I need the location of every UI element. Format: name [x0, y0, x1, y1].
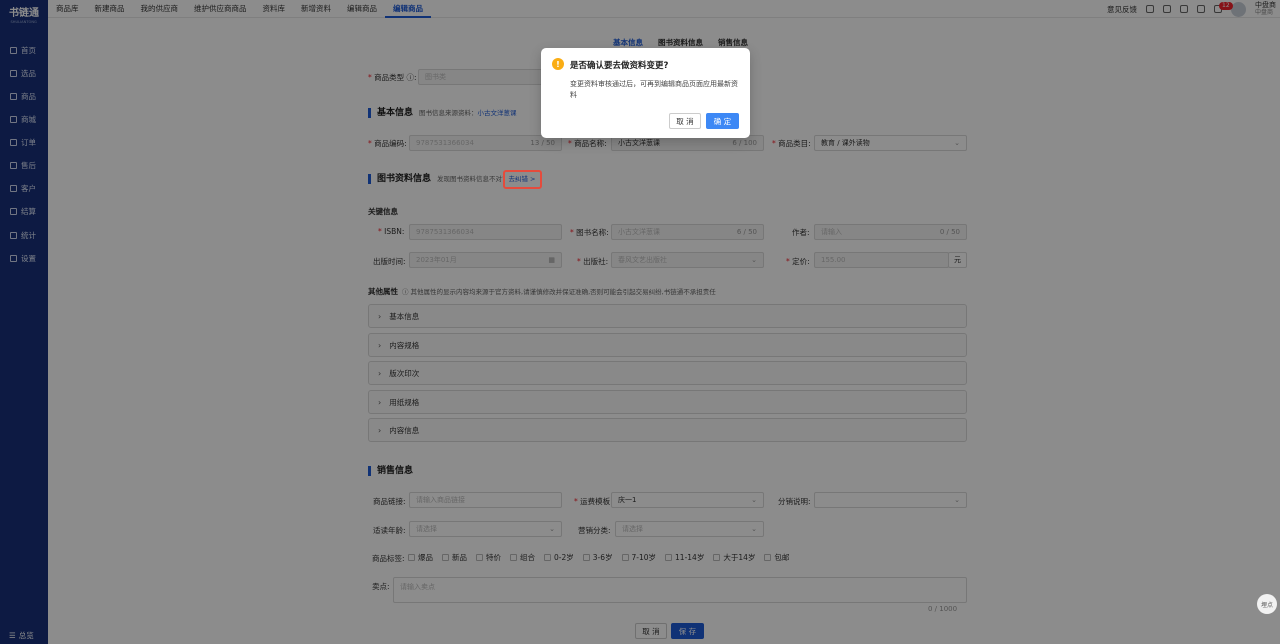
dialog-content: 变更资料审核通过后，可再到编辑商品页面应用最新资料: [570, 80, 738, 99]
tracking-point-button[interactable]: 埋点: [1257, 594, 1277, 614]
dialog-title: 是否确认要去做资料变更?: [570, 61, 669, 71]
confirm-dialog: ! 是否确认要去做资料变更? 变更资料审核通过后，可再到编辑商品页面应用最新资料…: [541, 48, 750, 138]
warning-icon: !: [552, 58, 564, 70]
dialog-cancel-button[interactable]: 取 消: [669, 113, 701, 129]
dialog-ok-button[interactable]: 确 定: [706, 113, 739, 129]
highlight-box: [503, 170, 542, 189]
